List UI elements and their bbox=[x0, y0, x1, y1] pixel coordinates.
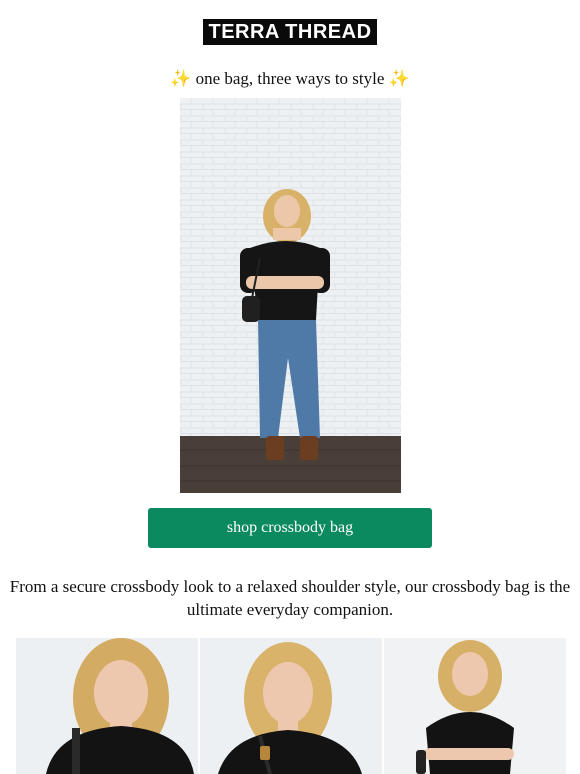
style-photo-1[interactable] bbox=[16, 638, 198, 774]
sparkles-icon: ✨ bbox=[170, 69, 192, 88]
intro-tagline: ✨ one bag, three ways to style ✨ bbox=[0, 69, 580, 89]
style-photo-3[interactable] bbox=[384, 638, 566, 774]
description-text: From a secure crossbody look to a relaxe… bbox=[9, 577, 571, 619]
sparkles-icon: ✨ bbox=[388, 69, 410, 88]
hero-image[interactable] bbox=[180, 98, 401, 493]
brand-logo[interactable]: TERRA THREAD bbox=[203, 19, 377, 45]
tagline-text: one bag, three ways to style bbox=[195, 69, 385, 88]
shop-crossbody-bag-button[interactable]: shop crossbody bag bbox=[148, 508, 432, 548]
style-gallery bbox=[16, 638, 566, 774]
brand-header: TERRA THREAD bbox=[0, 19, 580, 45]
style-photo-2[interactable] bbox=[200, 638, 382, 774]
